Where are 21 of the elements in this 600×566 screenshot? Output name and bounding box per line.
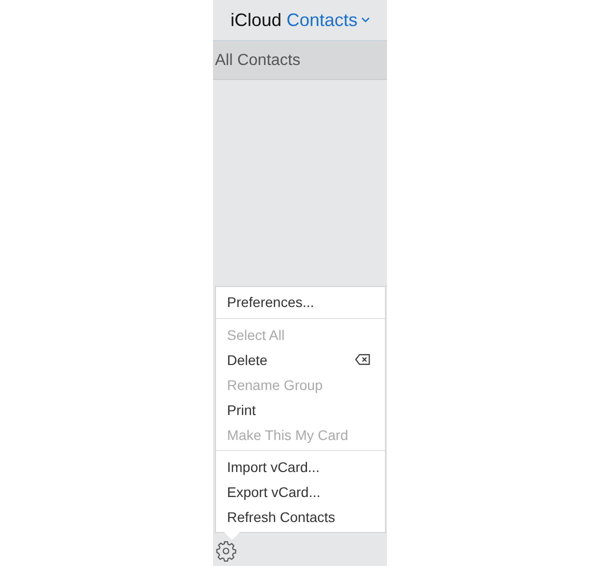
section-dropdown[interactable]: Contacts bbox=[286, 10, 370, 30]
delete-key-icon bbox=[355, 354, 370, 365]
menu-item-label: Export vCard... bbox=[227, 484, 320, 500]
menu-item[interactable]: Preferences... bbox=[216, 289, 385, 314]
menu-item-label: Import vCard... bbox=[227, 458, 320, 474]
menu-item-label: Select All bbox=[227, 326, 285, 342]
menu-item-label: Rename Group bbox=[227, 376, 323, 392]
menu-item-label: Make This My Card bbox=[227, 426, 348, 442]
menu-item-label: Preferences... bbox=[227, 294, 314, 310]
menu-item[interactable]: Export vCard... bbox=[216, 479, 385, 504]
menu-item-label: Delete bbox=[227, 352, 268, 368]
menu-item[interactable]: Print bbox=[216, 397, 385, 422]
menu-item[interactable]: Delete bbox=[216, 347, 385, 372]
menu-item[interactable]: Refresh Contacts bbox=[216, 504, 385, 529]
group-item[interactable]: All Contacts bbox=[213, 40, 387, 80]
app-title: iCloud bbox=[230, 10, 282, 30]
chevron-icon bbox=[360, 17, 370, 23]
menu-item-label: Print bbox=[227, 402, 256, 418]
settings-icon[interactable] bbox=[215, 540, 237, 562]
menu-item[interactable]: Import vCard... bbox=[216, 454, 385, 479]
menu-item-label: Refresh Contacts bbox=[227, 508, 336, 524]
